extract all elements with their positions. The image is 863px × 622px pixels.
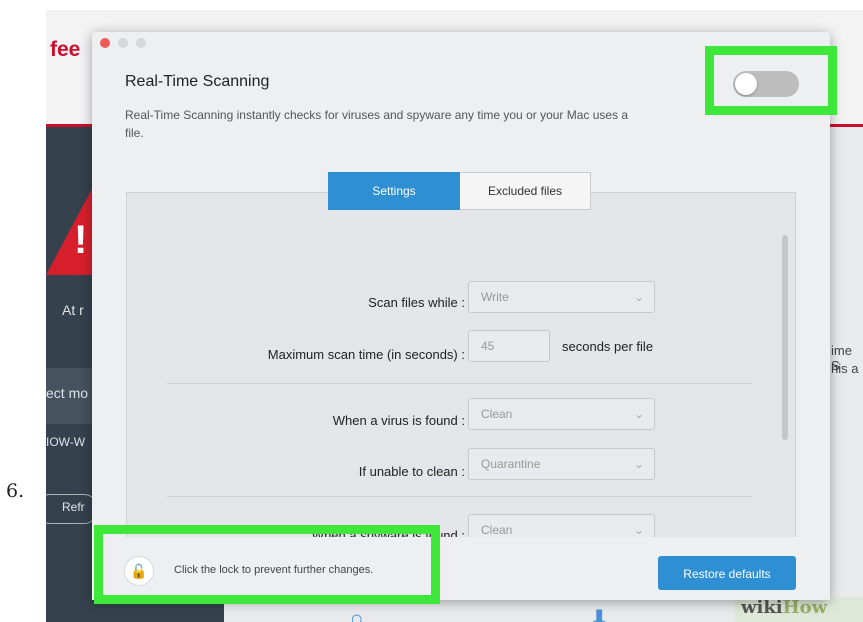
unable-to-clean-label: If unable to clean : [358, 464, 465, 479]
tab-settings[interactable]: Settings [328, 172, 460, 210]
step-number: 6. [6, 480, 25, 502]
max-scan-time-input[interactable]: 45 [468, 330, 550, 362]
minimize-window-icon[interactable] [118, 38, 128, 48]
wikihow-watermark: wikiHow [735, 597, 863, 622]
scan-files-while-select[interactable]: Write ⌄ [468, 281, 655, 313]
chevron-down-icon: ⌄ [633, 523, 644, 537]
settings-scrollbar[interactable] [782, 235, 788, 440]
section-divider [167, 383, 752, 384]
unable-to-clean-select[interactable]: Quarantine ⌄ [468, 448, 655, 480]
seconds-per-file-label: seconds per file [562, 339, 654, 354]
real-time-scanning-dialog: Real-Time Scanning Real-Time Scanning in… [92, 32, 830, 600]
scan-files-while-label: Scan files while : [368, 295, 465, 310]
settings-panel: Scan files while : Write ⌄ Maximum scan … [126, 192, 796, 543]
chevron-down-icon: ⌄ [633, 457, 644, 471]
background-sidebar-text-4: Refr [62, 500, 85, 514]
dialog-description: Real-Time Scanning instantly checks for … [125, 108, 629, 140]
spyware-found-select[interactable]: Clean ⌄ [468, 514, 655, 538]
section-divider [167, 496, 752, 497]
max-scan-time-label: Maximum scan time (in seconds) : [267, 347, 465, 362]
background-right-text-2: his a [831, 361, 859, 376]
dialog-title: Real-Time Scanning [125, 73, 270, 90]
background-sidebar-text-2: ect mo [46, 385, 89, 401]
virus-found-select[interactable]: Clean ⌄ [468, 398, 655, 430]
restore-defaults-button[interactable]: Restore defaults [658, 556, 796, 590]
lock-highlight-box [94, 525, 440, 604]
settings-tabs: Settings Excluded files [328, 172, 591, 210]
background-search-icon: ○ [350, 606, 364, 622]
close-window-icon[interactable] [100, 38, 110, 48]
background-logo: fee [50, 38, 81, 61]
tab-excluded-files[interactable]: Excluded files [460, 172, 591, 210]
chevron-down-icon: ⌄ [633, 407, 644, 421]
background-download-icon: ⬇ [590, 606, 609, 622]
background-sidebar-text-3: IOW-W [46, 435, 86, 449]
zoom-window-icon[interactable] [136, 38, 146, 48]
virus-found-label: When a virus is found : [332, 413, 465, 428]
toggle-highlight-box [705, 46, 837, 115]
chevron-down-icon: ⌄ [633, 290, 644, 304]
exclamation-icon: ! [74, 218, 88, 262]
background-sidebar-text-1: At r [62, 302, 84, 318]
